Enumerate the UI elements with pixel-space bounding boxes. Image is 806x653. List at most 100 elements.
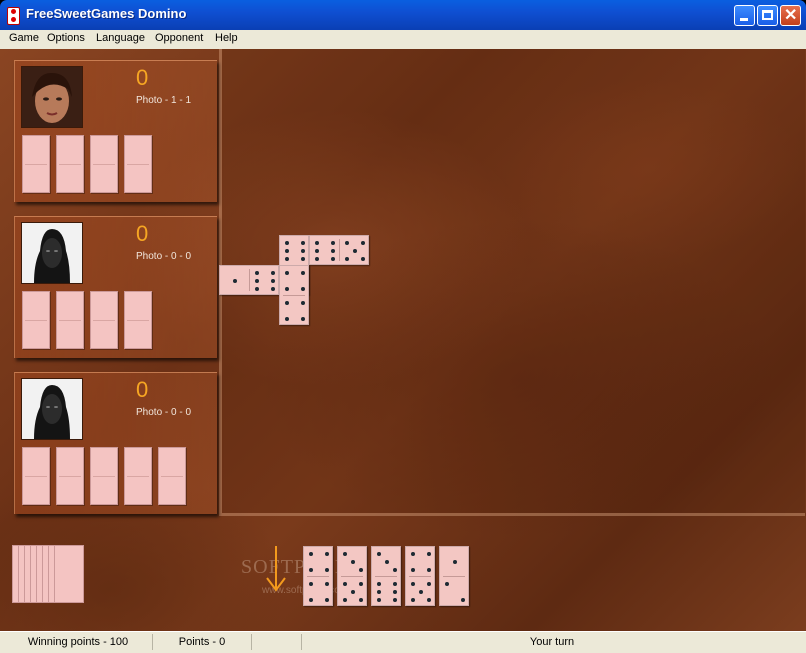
board-domino [279, 265, 309, 325]
pip [361, 257, 366, 262]
player-domino[interactable] [337, 546, 367, 606]
pip [314, 257, 319, 262]
menu-help[interactable]: Help [215, 32, 238, 44]
pip [254, 270, 259, 275]
player-domino[interactable] [371, 546, 401, 606]
menu-opponent[interactable]: Opponent [155, 32, 203, 44]
player-domino[interactable] [405, 546, 435, 606]
opponent-tile [158, 447, 186, 505]
pip [284, 300, 289, 305]
pip [314, 249, 319, 253]
opponent-score-1: 0 [136, 65, 149, 90]
pip [342, 598, 347, 603]
stock-tile[interactable] [54, 545, 84, 603]
pip [308, 598, 313, 603]
opponent-score-3: 0 [136, 377, 149, 402]
menu-options[interactable]: Options [47, 32, 85, 44]
opponent-tile [22, 135, 50, 193]
pip [284, 287, 289, 292]
title-bar[interactable]: FreeSweetGames Domino ✕ [0, 0, 806, 30]
pip [444, 581, 449, 586]
pip [301, 240, 306, 245]
opponent-tile [22, 291, 50, 349]
close-button[interactable]: ✕ [780, 5, 801, 26]
pip [342, 581, 347, 586]
opponent-avatar-3[interactable] [21, 378, 83, 440]
pip [351, 590, 355, 594]
pip [254, 279, 259, 283]
pip [301, 257, 306, 262]
pip [410, 581, 415, 586]
board-domino [309, 235, 369, 265]
status-bar: Winning points - 100 Points - 0 Your tur… [0, 631, 806, 653]
pip [271, 287, 276, 292]
opponent-tile [56, 291, 84, 349]
game-area: 0 Photo - 1 - 1 0 Photo - 0 - 0 0 Photo … [0, 49, 806, 631]
status-empty-cell [252, 634, 302, 650]
pip [453, 560, 457, 564]
pip [233, 279, 237, 283]
opponent-label-2: Photo - 0 - 0 [136, 251, 192, 262]
pip [361, 240, 366, 245]
player-domino[interactable] [439, 546, 469, 606]
pip [393, 581, 398, 586]
pip [461, 598, 466, 603]
pip [284, 257, 289, 262]
pip [284, 240, 289, 245]
pip [284, 317, 289, 322]
opponent-tile [56, 447, 84, 505]
menu-game[interactable]: Game [9, 32, 39, 44]
pip [351, 560, 355, 564]
opponent-tile [90, 135, 118, 193]
menu-language[interactable]: Language [96, 32, 145, 44]
status-winning-points: Winning points - 100 [4, 634, 153, 650]
pip [342, 551, 347, 556]
opponent-tile [90, 291, 118, 349]
pip [410, 568, 415, 573]
pip [325, 581, 330, 586]
maximize-button[interactable] [757, 5, 778, 26]
pip [254, 287, 259, 292]
player-domino[interactable] [303, 546, 333, 606]
pip [325, 551, 330, 556]
pip [325, 568, 330, 573]
pip [331, 249, 336, 253]
pip [393, 598, 398, 603]
pip [410, 551, 415, 556]
close-icon: ✕ [784, 7, 798, 24]
pip [376, 590, 381, 594]
pip [359, 598, 364, 603]
minimize-icon [740, 18, 748, 21]
status-points: Points - 0 [153, 634, 252, 650]
pip [308, 581, 313, 586]
pip [308, 568, 313, 573]
pip [393, 568, 398, 573]
pip [359, 568, 364, 573]
pip [301, 287, 306, 292]
status-turn: Your turn [529, 636, 575, 648]
window-title: FreeSweetGames Domino [26, 6, 187, 21]
opponent-avatar-1[interactable] [21, 66, 83, 128]
opponent-tile [22, 447, 50, 505]
board-domino [219, 265, 279, 295]
maximize-icon [762, 10, 773, 20]
pip [331, 257, 336, 262]
opponent-tile [124, 135, 152, 193]
opponent-tile [124, 291, 152, 349]
pip [353, 249, 357, 253]
pip [314, 240, 319, 245]
pip [331, 240, 336, 245]
pip [344, 257, 349, 262]
opponent-label-1: Photo - 1 - 1 [136, 95, 192, 106]
pip [427, 581, 432, 586]
pip [419, 590, 423, 594]
opponent-label-3: Photo - 0 - 0 [136, 407, 192, 418]
opponent-tile [90, 447, 118, 505]
opponent-score-2: 0 [136, 221, 149, 246]
opponent-panel-2: 0 Photo - 0 - 0 [14, 216, 217, 358]
pip [410, 598, 415, 603]
minimize-button[interactable] [734, 5, 755, 26]
opponent-avatar-2[interactable] [21, 222, 83, 284]
pip [376, 581, 381, 586]
menu-bar: Game Options Language Opponent Help [0, 30, 806, 50]
